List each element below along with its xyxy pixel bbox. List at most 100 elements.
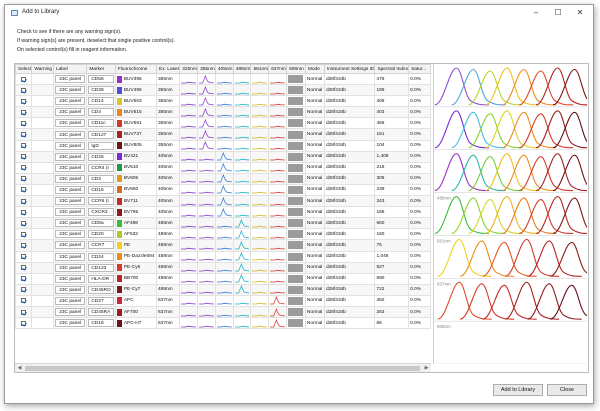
select-cell[interactable] [15, 117, 33, 130]
marker-cell[interactable]: CCR6 (I [86, 195, 116, 208]
label-cell[interactable]: 23C panel [52, 139, 88, 152]
marker-field[interactable]: CD45RA [88, 308, 114, 317]
marker-field[interactable]: CD123 [88, 263, 114, 272]
label-field[interactable]: 23C panel [54, 130, 86, 139]
marker-field[interactable]: CXCR3 [88, 208, 114, 217]
select-checkbox[interactable] [21, 231, 27, 237]
marker-field[interactable]: CD4 [88, 108, 114, 117]
label-cell[interactable]: 23C panel [52, 239, 88, 252]
column-header[interactable]: Satur... [408, 64, 431, 74]
marker-cell[interactable]: CD8a [86, 217, 116, 230]
select-cell[interactable] [15, 106, 33, 119]
table-row[interactable]: 23C panel CD11c BUV661 355nm Normal d28f434b 4… [15, 117, 431, 130]
table-row[interactable]: 23C panel CD123 PE-Cy5 488nm Normal d28f434b 9… [15, 261, 431, 274]
label-field[interactable]: 23C panel [54, 274, 86, 283]
select-checkbox[interactable] [21, 76, 27, 82]
marker-cell[interactable]: CD127 [86, 128, 116, 141]
marker-cell[interactable]: CD14 [86, 95, 116, 108]
label-cell[interactable]: 23C panel [52, 250, 88, 263]
table-row[interactable]: 23C panel HLA-DR BB700 488nm Normal d28f434b 6… [15, 272, 431, 285]
label-cell[interactable]: 23C panel [52, 72, 88, 86]
select-cell[interactable] [15, 161, 33, 174]
label-cell[interactable]: 23C panel [52, 217, 88, 230]
label-field[interactable]: 23C panel [54, 108, 86, 117]
label-field[interactable]: 23C panel [54, 163, 86, 172]
label-field[interactable]: 23C panel [54, 263, 86, 272]
table-row[interactable]: 23C panel CD27 APC 637nm Normal d28f434b 452 0.… [15, 294, 431, 307]
label-cell[interactable]: 23C panel [52, 95, 88, 108]
select-cell[interactable] [15, 206, 33, 219]
select-cell[interactable] [15, 294, 33, 307]
select-checkbox[interactable] [21, 254, 27, 260]
marker-cell[interactable]: CD16 [86, 183, 116, 197]
select-cell[interactable] [15, 95, 33, 108]
table-row[interactable]: 23C panel CD20 AF532 488nm Normal d28f434b 160… [15, 228, 431, 241]
marker-field[interactable]: CD127 [88, 130, 114, 139]
column-header[interactable]: 405nm [214, 64, 234, 74]
select-cell[interactable] [15, 128, 33, 141]
select-checkbox[interactable] [21, 298, 27, 304]
table-row[interactable]: 23C panel CXCR3 BV785 405nm Normal d28f434b 16… [15, 206, 431, 219]
column-header[interactable]: 320nm [179, 64, 199, 74]
marker-field[interactable]: HLA-DR [88, 274, 114, 283]
select-cell[interactable] [15, 217, 33, 230]
column-header[interactable]: Instrument Settings ID [323, 64, 376, 74]
maximize-icon[interactable]: ☐ [547, 5, 569, 21]
marker-cell[interactable]: CD27 [86, 294, 116, 307]
label-field[interactable]: 23C panel [54, 208, 86, 217]
select-checkbox[interactable] [21, 242, 27, 248]
label-field[interactable]: 23C panel [54, 174, 86, 183]
label-cell[interactable]: 23C panel [52, 195, 88, 208]
label-field[interactable]: 23C panel [54, 241, 86, 250]
table-row[interactable]: 23C panel CCR7 PE 488nm Normal d28f434b 75 0.0% [15, 239, 431, 252]
table-row[interactable]: 23C panel CD127 BUV737 355nm Normal d28f434b 1… [15, 128, 431, 141]
column-header[interactable]: Fluorochrome [114, 64, 158, 74]
table-row[interactable]: 23C panel CD45RA AF700 637nm Normal d28f434b 2… [15, 305, 431, 319]
select-cell[interactable] [15, 283, 33, 296]
label-cell[interactable]: 23C panel [52, 84, 88, 97]
scrollbar-thumb[interactable] [25, 366, 420, 371]
select-checkbox[interactable] [21, 143, 27, 149]
label-field[interactable]: 23C panel [54, 308, 86, 317]
table-row[interactable]: 23C panel CD25 BV421 405nm Normal d28f434b 1,4… [15, 150, 431, 163]
select-checkbox[interactable] [21, 87, 27, 93]
label-cell[interactable]: 23C panel [52, 117, 88, 130]
label-field[interactable]: 23C panel [54, 285, 86, 294]
select-checkbox[interactable] [21, 276, 27, 282]
table-row[interactable]: 23C panel CD4 BUV615 355nm Normal d28f434b 403… [15, 106, 431, 119]
select-checkbox[interactable] [21, 98, 27, 104]
select-checkbox[interactable] [21, 220, 27, 226]
label-cell[interactable]: 23C panel [52, 283, 88, 296]
select-cell[interactable] [15, 172, 33, 185]
label-cell[interactable]: 23C panel [52, 161, 88, 174]
table-row[interactable]: 23C panel CD14 BUV563 355nm Normal d28f434b 40… [15, 95, 431, 108]
marker-cell[interactable]: CD45RA [86, 305, 116, 319]
select-cell[interactable] [15, 239, 33, 252]
select-checkbox[interactable] [21, 176, 27, 182]
select-cell[interactable] [15, 305, 33, 319]
table-row[interactable]: 23C panel CD24 PE-Dazzle594 488nm Normal d28f… [15, 250, 431, 263]
column-header[interactable]: Ex. Laser [156, 64, 181, 74]
marker-cell[interactable]: CD25 [86, 150, 116, 163]
marker-cell[interactable]: CD123 [86, 261, 116, 274]
select-checkbox[interactable] [21, 165, 27, 171]
marker-cell[interactable]: CCR4 (I [86, 161, 116, 174]
marker-field[interactable]: CD16 [88, 185, 114, 194]
label-field[interactable]: 23C panel [54, 219, 86, 228]
table-row[interactable]: 23C panel CCR4 (I BV510 405nm Normal d28f434b… [15, 161, 431, 174]
marker-field[interactable]: CD3 [88, 174, 114, 183]
column-header[interactable]: Select [15, 64, 33, 74]
marker-field[interactable]: CCR6 (I [88, 197, 114, 206]
marker-field[interactable]: CD8a [88, 219, 114, 228]
select-checkbox[interactable] [21, 309, 27, 315]
label-cell[interactable]: 23C panel [52, 172, 88, 185]
marker-cell[interactable]: IgD [86, 139, 116, 152]
label-field[interactable]: 23C panel [54, 197, 86, 206]
select-checkbox[interactable] [21, 209, 27, 215]
table-row[interactable]: 23C panel CD3 BV605 405nm Normal d28f434b 305 0… [15, 172, 431, 185]
marker-field[interactable]: CD16 [88, 319, 114, 328]
column-header[interactable]: 637nm [268, 64, 288, 74]
marker-field[interactable]: CD27 [88, 296, 114, 305]
label-field[interactable]: 23C panel [54, 185, 86, 194]
label-cell[interactable]: 23C panel [52, 317, 88, 330]
